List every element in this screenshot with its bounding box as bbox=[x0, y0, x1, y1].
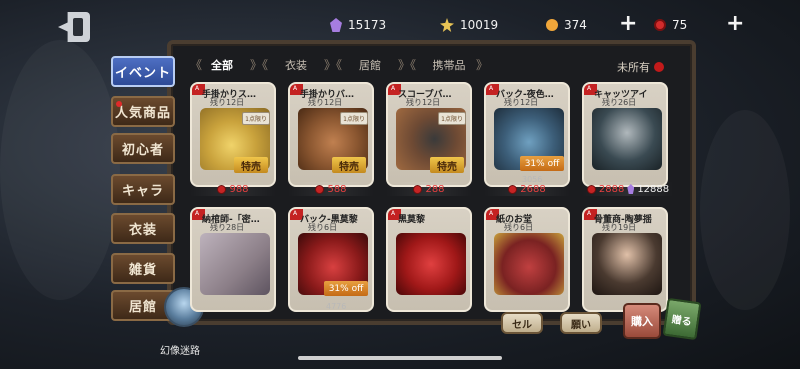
red-seal-icon bbox=[654, 19, 666, 31]
shop-item-card[interactable]: A 紙のお堂 残り6日 bbox=[484, 207, 570, 312]
item-image bbox=[200, 233, 270, 295]
shop-item-card[interactable]: A 納棺師-「密… 残り28日 bbox=[190, 207, 276, 312]
filter-all[interactable]: 全部 bbox=[204, 56, 240, 74]
item-remaining-days: 残り6日 bbox=[504, 223, 534, 232]
add-seal-button[interactable]: + bbox=[726, 13, 744, 35]
shop-item-card[interactable]: A 手掛かりバ… 残り12日 1点限り 特売 bbox=[288, 82, 374, 187]
tab-character[interactable]: キャラ bbox=[111, 174, 175, 205]
tab-costume[interactable]: 衣装 bbox=[111, 213, 175, 244]
item-remaining-days: 残り12日 bbox=[406, 98, 441, 107]
filter-residence[interactable]: 居館 bbox=[352, 56, 388, 74]
item-price: 988 bbox=[190, 182, 276, 196]
item-price: 2888 12888 bbox=[582, 182, 674, 196]
fragment-balance: 10019 bbox=[440, 14, 498, 36]
crystal-icon bbox=[627, 184, 635, 194]
tab-beginner[interactable]: 初心者 bbox=[111, 133, 175, 164]
item-remaining-days: 残り28日 bbox=[210, 223, 245, 232]
seal-balance: 75 bbox=[654, 14, 687, 36]
filter-costume[interactable]: 衣装 bbox=[278, 56, 314, 74]
crystal-icon bbox=[330, 18, 342, 32]
shop-item-card[interactable]: A 手掛かりス… 残り12日 1点限り 特売 bbox=[190, 82, 276, 187]
gift-button[interactable]: 贈る bbox=[662, 297, 702, 341]
sale-badge: 特売 bbox=[430, 157, 464, 173]
item-remaining-days: 残り26日 bbox=[602, 98, 637, 107]
item-remaining-days: 残り19日 bbox=[602, 223, 637, 232]
shop-item-card[interactable]: A 骨董商-陶夢揺 残り19日 bbox=[582, 207, 668, 312]
item-remaining-days: 残り12日 bbox=[210, 98, 245, 107]
item-remaining-days: 残り12日 bbox=[308, 98, 343, 107]
red-seal-icon bbox=[217, 184, 227, 194]
coin-icon bbox=[546, 19, 558, 31]
add-coin-button[interactable]: + bbox=[619, 13, 637, 35]
notification-dot bbox=[116, 101, 122, 107]
red-seal-icon bbox=[315, 184, 325, 194]
unowned-filter[interactable]: 未所有 bbox=[617, 59, 664, 75]
sale-badge: 特売 bbox=[234, 157, 268, 173]
item-price: 588 bbox=[288, 182, 374, 196]
clue-fragment-icon bbox=[440, 18, 454, 32]
original-price: 4776 bbox=[326, 302, 347, 311]
unowned-checkbox[interactable] bbox=[654, 62, 664, 72]
red-seal-icon bbox=[586, 184, 596, 194]
tab-goods[interactable]: 雑貨 bbox=[111, 253, 175, 284]
red-seal-icon bbox=[508, 184, 518, 194]
item-name: 黒莫黎 bbox=[398, 215, 426, 225]
item-price: 2688 bbox=[484, 182, 570, 196]
item-price: 288 bbox=[386, 182, 472, 196]
item-image bbox=[592, 233, 662, 295]
item-image bbox=[494, 233, 564, 295]
shop-item-card[interactable]: A キャッツアイ 残り26日 bbox=[582, 82, 668, 187]
item-remaining-days: 残り6日 bbox=[308, 223, 338, 232]
shop-item-card[interactable]: A 黒莫黎 bbox=[386, 207, 472, 312]
item-image bbox=[592, 108, 662, 170]
home-indicator[interactable] bbox=[298, 356, 502, 360]
crystal-balance: 15173 bbox=[330, 14, 386, 36]
red-seal-icon bbox=[413, 184, 423, 194]
sell-button[interactable]: セル bbox=[501, 312, 543, 334]
filter-accessory[interactable]: 携帯品 bbox=[426, 56, 472, 74]
limit-badge: 1点限り bbox=[340, 112, 368, 125]
item-image bbox=[396, 233, 466, 295]
wish-button[interactable]: 願い bbox=[560, 312, 602, 334]
discount-badge: 31% off bbox=[324, 281, 368, 296]
filter-bar: 《 全部 》《 衣装 》《 居館 》《 携帯品 》 bbox=[190, 56, 489, 74]
labyrinth-label: 幻像迷路 bbox=[160, 346, 200, 357]
exit-icon[interactable] bbox=[58, 12, 90, 42]
item-remaining-days: 残り12日 bbox=[504, 98, 539, 107]
tab-event[interactable]: イベント bbox=[111, 56, 175, 87]
shop-item-card[interactable]: A バック-黒莫黎 残り6日 31% off bbox=[288, 207, 374, 312]
shop-item-card[interactable]: A バック-夜色… 残り12日 31% off bbox=[484, 82, 570, 187]
limit-badge: 1点限り bbox=[242, 112, 270, 125]
discount-badge: 31% off bbox=[520, 156, 564, 171]
sale-badge: 特売 bbox=[332, 157, 366, 173]
coin-balance: 374 bbox=[546, 14, 587, 36]
buy-button[interactable]: 購入 bbox=[623, 303, 661, 339]
limit-badge: 1点限り bbox=[438, 112, 466, 125]
shop-item-card[interactable]: A スコープバ… 残り12日 1点限り 特売 bbox=[386, 82, 472, 187]
tab-popular[interactable]: 人気商品 bbox=[111, 96, 175, 127]
